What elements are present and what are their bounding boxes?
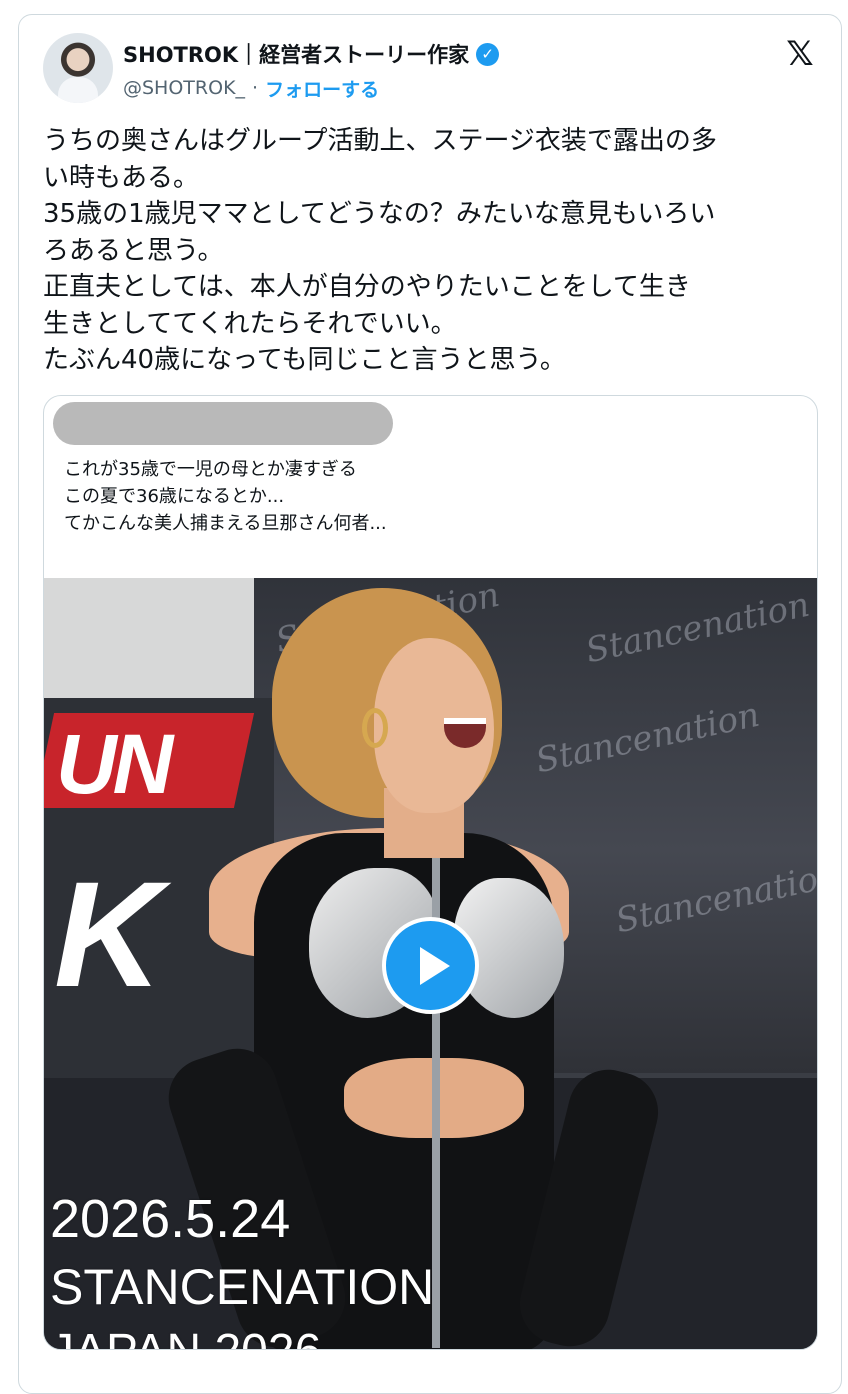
avatar-shirt [58, 77, 98, 103]
quote-line: てかこんな美人捕まえる旦那さん何者... [64, 513, 387, 534]
backdrop-logo: Stancenation [612, 854, 818, 942]
quoted-tweet[interactable]: これが35歳で一児の母とか凄すぎる この夏で36歳になるとか... てかこんな美… [43, 395, 818, 1350]
tweet-header: SHOTROK｜経営者ストーリー作家 ✓ @SHOTROK_ · フォローする … [43, 33, 817, 107]
quote-line: これが35歳で一児の母とか凄すぎる [64, 459, 357, 480]
handle-line: @SHOTROK_ · フォローする [123, 75, 379, 101]
tweet-line: たぶん40歳になっても同じこと言うと思う。 [43, 345, 566, 375]
sponsor-letter-k: K [54, 850, 163, 1018]
quote-line: この夏で36歳になるとか... [64, 486, 285, 507]
avatar[interactable] [43, 33, 113, 103]
play-icon [419, 946, 450, 985]
video-caption-sub: JAPAN 2026 [50, 1324, 321, 1349]
play-button[interactable] [382, 917, 479, 1014]
tweet-line: 生きとしててくれたらそれでいい。 [43, 308, 457, 339]
quote-author-redacted [53, 402, 393, 445]
follow-button[interactable]: フォローする [265, 75, 379, 102]
sponsor-letters: UN [56, 717, 173, 811]
user-handle[interactable]: @SHOTROK_ [123, 77, 245, 99]
quote-text: これが35歳で一児の母とか凄すぎる この夏で36歳になるとか... てかこんな美… [64, 456, 387, 537]
x-logo-icon[interactable]: 𝕏 [783, 37, 817, 71]
tweet-line: 正直夫としては、本人が自分のやりたいことをして生き [43, 272, 691, 302]
video-media[interactable]: Stancenation Stancenation Stancenation S… [44, 578, 818, 1349]
tweet-card: SHOTROK｜経営者ストーリー作家 ✓ @SHOTROK_ · フォローする … [18, 14, 842, 1394]
tweet-text: うちの奥さんはグループ活動上、ステージ衣装で露出の多 い時もある。 35歳の1歳… [43, 123, 823, 379]
tweet-line: ろあると思う。 [43, 235, 224, 266]
video-caption-date: 2026.5.24 [50, 1189, 291, 1249]
separator-dot: · [252, 77, 259, 99]
tweet-line: うちの奥さんはグループ活動上、ステージ衣装で露出の多 [43, 126, 717, 156]
video-caption-event: STANCENATION [50, 1259, 435, 1315]
tweet-line: 35歳の1歳児ママとしてどうなの？みたいな意見もいろい [43, 199, 716, 229]
earring [362, 708, 388, 748]
backdrop-logo: Stancenation [582, 584, 814, 672]
backdrop-logo: Stancenation [532, 694, 764, 782]
display-name[interactable]: SHOTROK｜経営者ストーリー作家 [123, 39, 469, 69]
verified-badge-icon: ✓ [476, 42, 500, 66]
author-line: SHOTROK｜経営者ストーリー作家 ✓ [123, 39, 500, 69]
tweet-line: い時もある。 [43, 162, 200, 193]
